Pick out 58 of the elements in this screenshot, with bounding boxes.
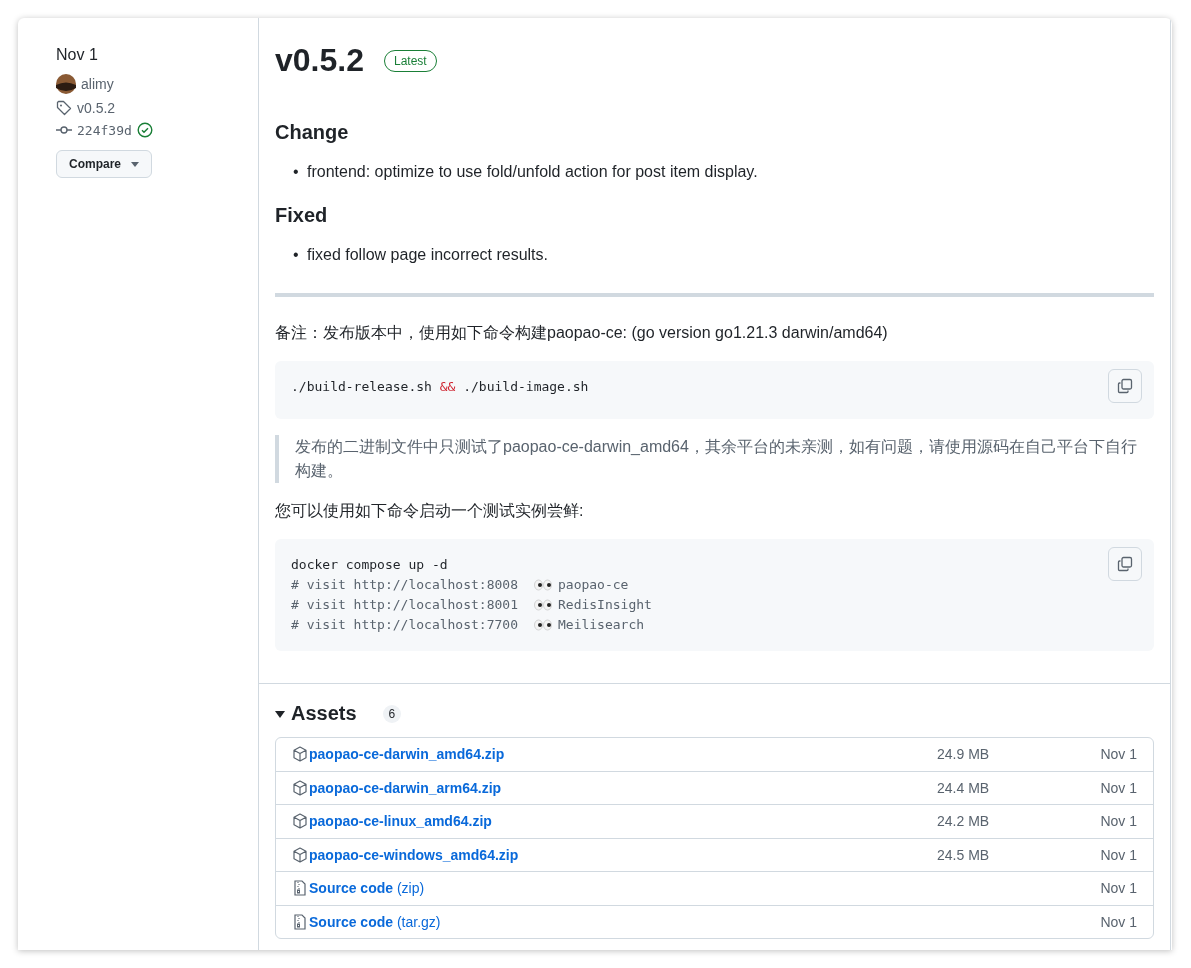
asset-link[interactable]: paopao-ce-darwin_arm64.zip [309, 779, 502, 796]
bullet: • [293, 162, 300, 182]
code-line: docker compose up -d [291, 556, 449, 574]
zip-file-icon [292, 880, 308, 897]
asset-count: 6 [382, 704, 402, 723]
list-item: frontend: optimize to use fold/unfold action for post item display. [307, 163, 758, 180]
asset-link[interactable]: paopao-ce-linux_amd64.zip [309, 813, 492, 830]
section-heading: Fixed [275, 204, 329, 227]
asset-link[interactable]: Source code (zip) [309, 880, 425, 897]
bullet: • [293, 245, 300, 265]
copy-icon [1117, 556, 1133, 572]
commit-link[interactable]: 224f39d [77, 122, 132, 138]
asset-size: 24.9 MB [937, 746, 991, 763]
package-icon [292, 779, 308, 796]
eyes-icon [534, 579, 552, 591]
asset-date: Nov 1 [1099, 813, 1137, 830]
asset-date: Nov 1 [1099, 779, 1137, 796]
asset-link[interactable]: paopao-ce-windows_amd64.zip [309, 846, 519, 863]
asset-size: 24.5 MB [937, 846, 991, 863]
assets-heading[interactable]: Assets [291, 702, 357, 725]
code-comment: paopao-ce [558, 576, 629, 594]
package-icon [292, 846, 308, 863]
note-text: 备注：发布版本中，使用如下命令构建paopao-ce: (go version go1.21.3 darwin/amd64) [275, 323, 889, 343]
code-comment: # visit http://localhost:8001 [291, 596, 518, 614]
eyes-icon [534, 619, 552, 631]
copy-icon [1117, 378, 1133, 394]
disclosure-icon[interactable] [275, 708, 285, 719]
quote-text: 发布的二进制文件中只测试了paopao-ce-darwin_amd64，其余平台的未亲测，如有问题，请使用源码在自己平台下自行构建。 [275, 435, 1154, 483]
code-comment: Meilisearch [558, 616, 645, 634]
caret-icon [131, 161, 139, 167]
package-icon [292, 813, 308, 830]
asset-date: Nov 1 [1099, 846, 1137, 863]
asset-link[interactable]: Source code (tar.gz) [309, 913, 441, 930]
copy-button[interactable] [1108, 547, 1142, 581]
code-comment: # visit http://localhost:8008 [291, 576, 518, 594]
eyes-icon [534, 599, 552, 611]
code-comment: # visit http://localhost:7700 [291, 616, 518, 634]
zip-file-icon [292, 913, 308, 930]
asset-link[interactable]: paopao-ce-darwin_amd64.zip [309, 746, 505, 763]
package-icon [292, 746, 308, 763]
code-line: ./build-release.sh && ./build-image.sh [291, 378, 589, 396]
tag-icon [56, 100, 72, 116]
asset-date: Nov 1 [1099, 746, 1137, 763]
asset-date: Nov 1 [1099, 880, 1137, 897]
try-text: 您可以使用如下命令启动一个测试实例尝鲜: [275, 501, 585, 521]
release-title: v0.5.2 [275, 42, 364, 79]
asset-size: 24.4 MB [937, 779, 991, 796]
code-comment: RedisInsight [558, 596, 652, 614]
tag-link[interactable]: v0.5.2 [77, 100, 116, 116]
compare-button[interactable]: Compare [56, 150, 152, 178]
list-item: fixed follow page incorrect results. [307, 246, 548, 263]
author-link[interactable]: alimy [81, 76, 114, 92]
avatar-icon [56, 74, 76, 94]
asset-size: 24.2 MB [937, 813, 991, 830]
asset-date: Nov 1 [1099, 913, 1137, 930]
section-heading: Change [275, 121, 350, 144]
copy-button[interactable] [1108, 369, 1142, 403]
release-date: Nov 1 [56, 46, 99, 64]
